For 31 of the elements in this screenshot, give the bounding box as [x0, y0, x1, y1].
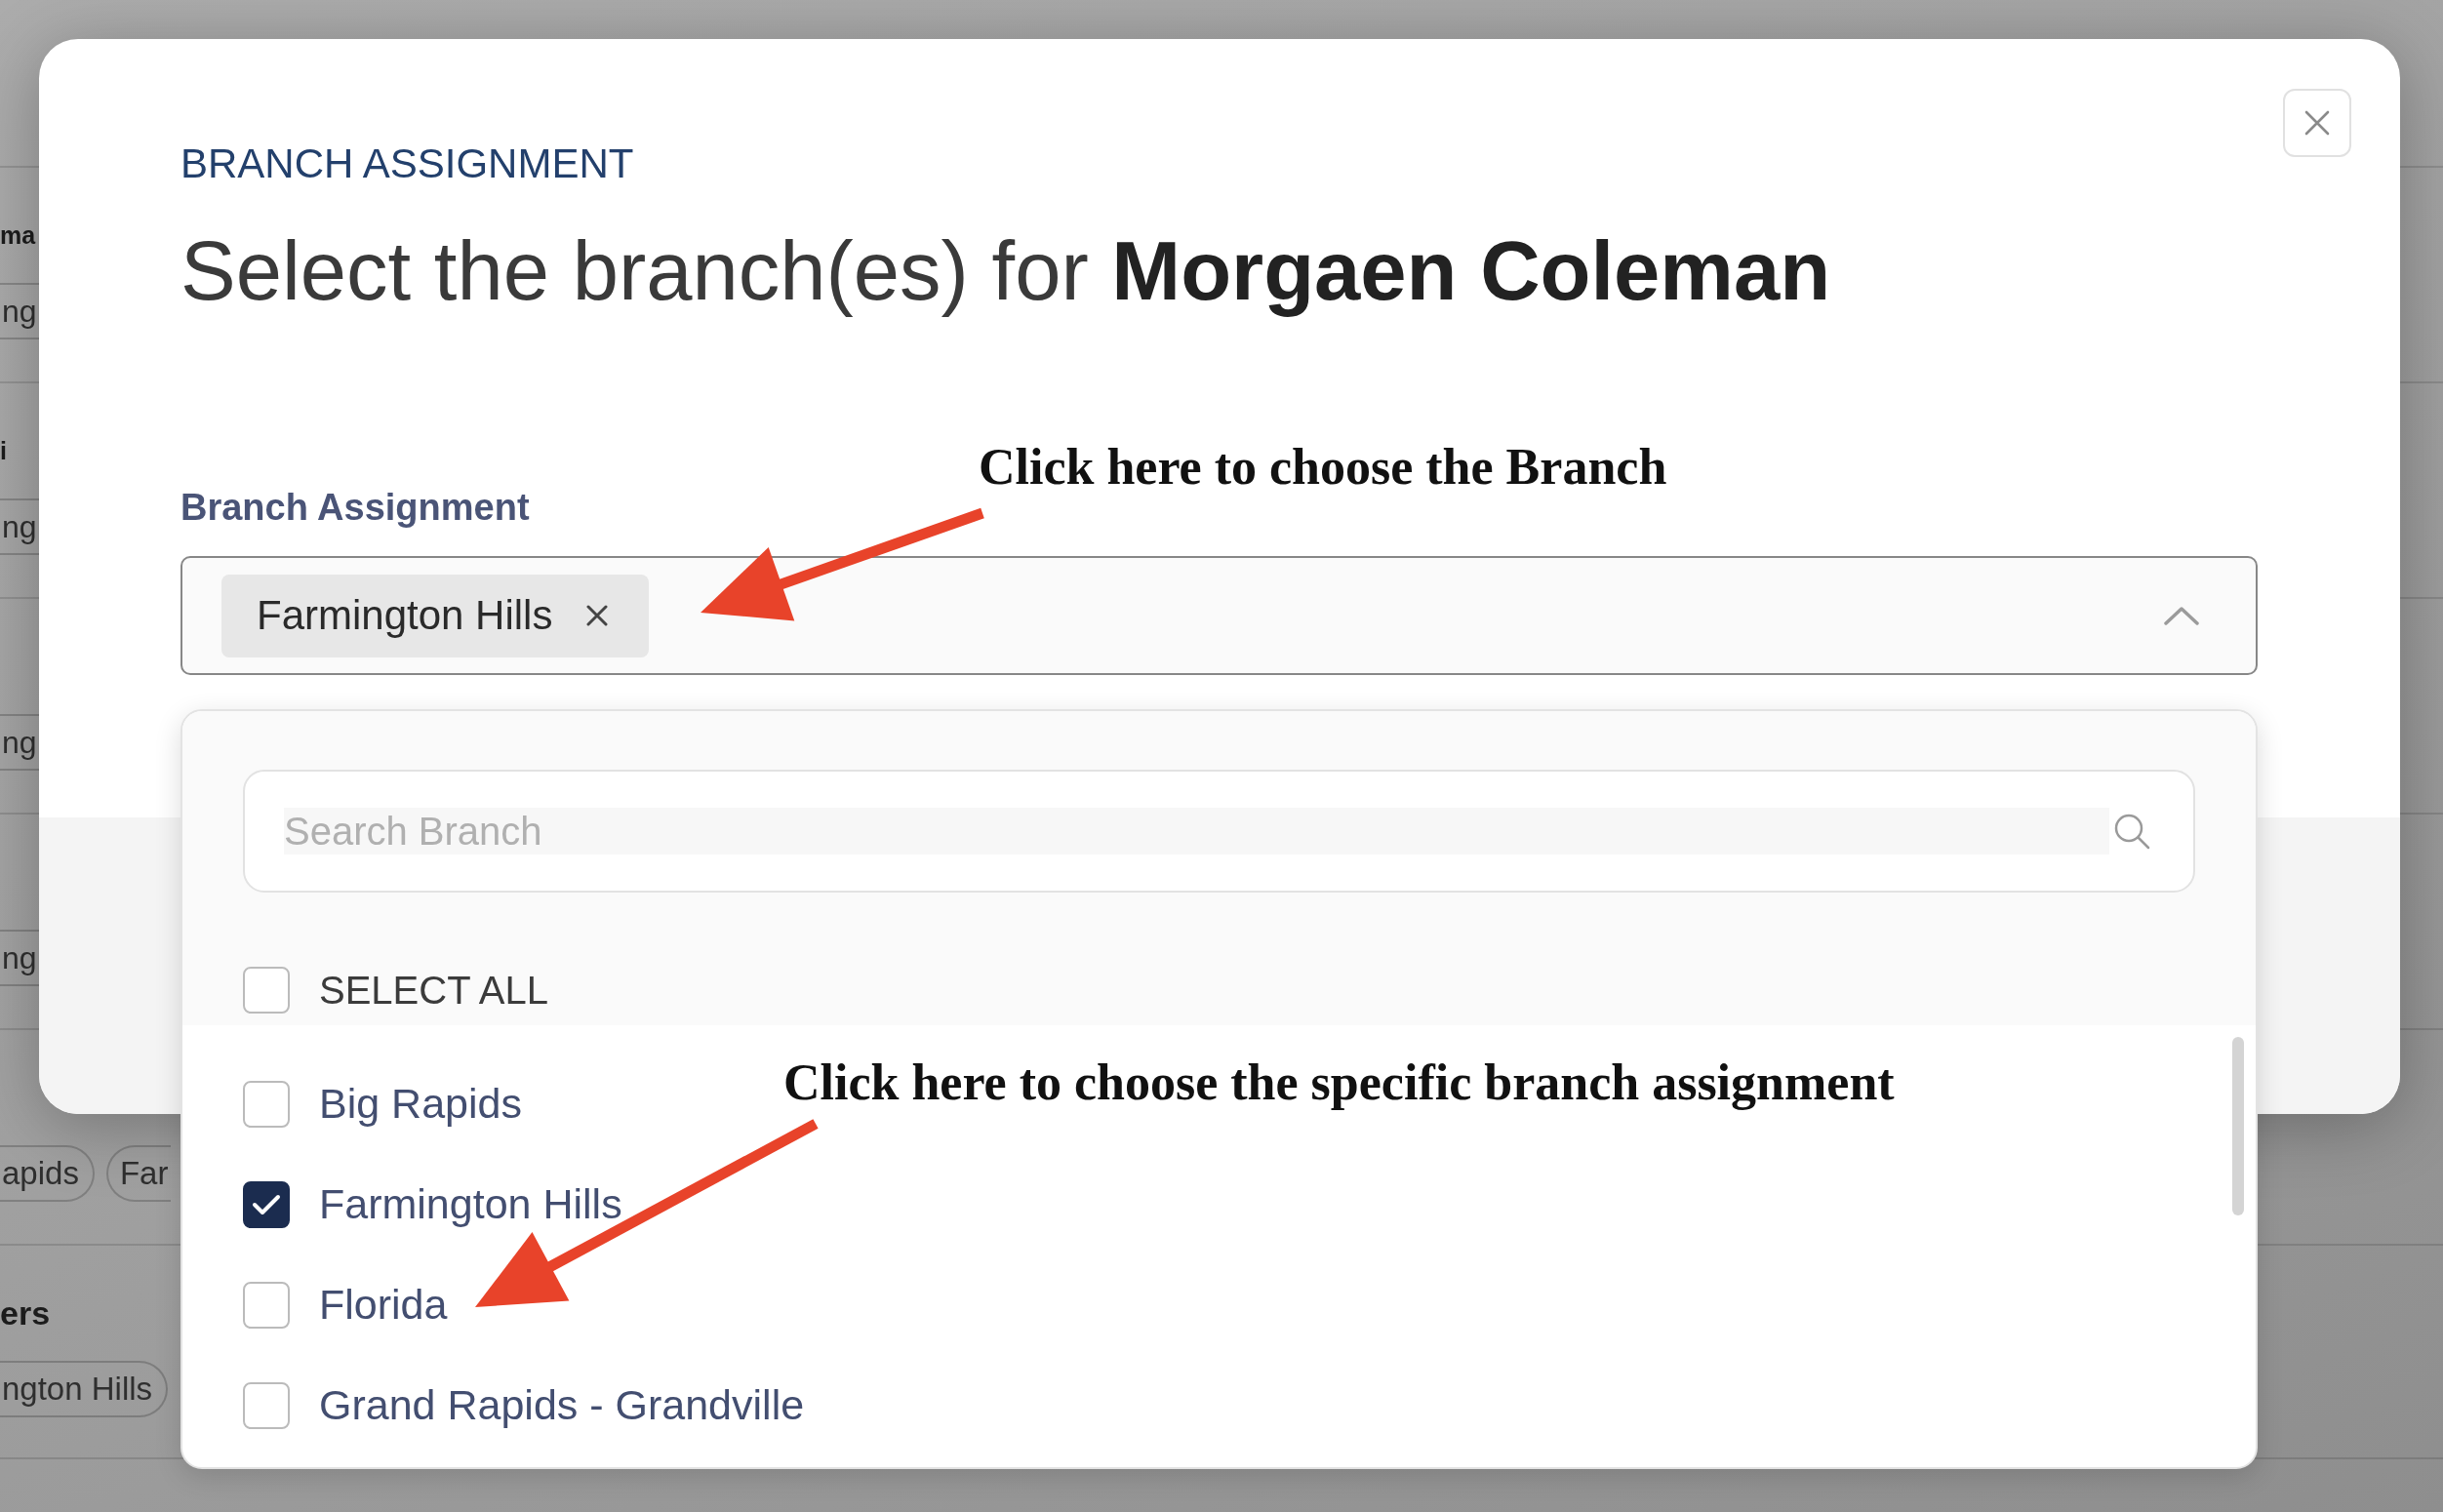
scrollbar-thumb[interactable]	[2232, 1037, 2244, 1215]
chevron-up-icon[interactable]	[2164, 606, 2199, 625]
branch-option[interactable]: Farmington Hills	[243, 1154, 622, 1254]
field-label: Branch Assignment	[180, 486, 530, 529]
annotation-text: Click here to choose the Branch	[979, 438, 1667, 497]
branch-option[interactable]: Big Rapids	[243, 1054, 522, 1154]
close-button[interactable]	[2283, 89, 2351, 157]
select-all-option[interactable]: SELECT ALL	[243, 955, 548, 1025]
branch-tag: ngton Hills	[0, 1361, 169, 1417]
row-title: i	[0, 436, 7, 466]
checkbox[interactable]	[243, 967, 290, 1014]
search-field[interactable]: Search Branch	[243, 770, 2195, 893]
annotation-text: Click here to choose the specific branch assignment	[783, 1054, 1895, 1112]
search-icon[interactable]	[2113, 813, 2150, 850]
checkbox[interactable]	[243, 1381, 290, 1429]
branch-select[interactable]: Farmington Hills	[180, 556, 2258, 675]
remove-icon[interactable]	[586, 605, 609, 626]
row-title: ers	[0, 1293, 51, 1333]
row-title: ma	[0, 220, 36, 251]
branch-tag: Far	[105, 1145, 172, 1202]
branch-tag: apids	[0, 1145, 95, 1202]
checkmark-icon	[252, 1192, 281, 1216]
checkbox[interactable]	[243, 1080, 290, 1128]
checkbox[interactable]	[243, 1180, 290, 1228]
dialog-eyebrow: BRANCH ASSIGNMENT	[180, 140, 635, 187]
branch-chip[interactable]: Farmington Hills	[221, 574, 650, 657]
branch-option[interactable]: Florida	[243, 1254, 448, 1355]
checkbox[interactable]	[243, 1281, 290, 1329]
dialog-title: Select the branch(es) for Morgaen Coleman	[180, 223, 1831, 319]
branch-option[interactable]: Grand Rapids - Grandville	[243, 1355, 805, 1455]
close-icon[interactable]	[2304, 110, 2330, 136]
